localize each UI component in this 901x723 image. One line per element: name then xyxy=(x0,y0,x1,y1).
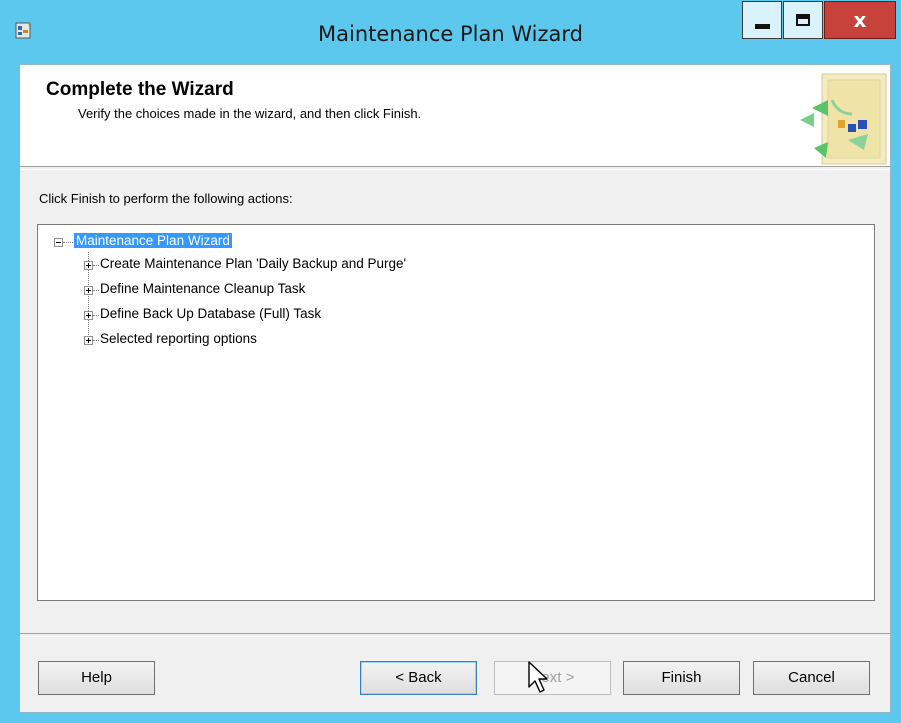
wizard-client-area: Complete the Wizard Verify the choices m… xyxy=(19,64,891,713)
expand-icon[interactable] xyxy=(84,336,93,345)
minimize-button[interactable] xyxy=(742,1,782,39)
page-subtitle: Verify the choices made in the wizard, a… xyxy=(78,106,422,121)
next-button[interactable]: Next > xyxy=(494,661,611,695)
instruction-text: Click Finish to perform the following ac… xyxy=(39,191,293,206)
wizard-window: Maintenance Plan Wizard x Complete the W… xyxy=(0,0,901,723)
tree-connector xyxy=(63,242,73,244)
tree-connector xyxy=(93,265,99,267)
expand-icon[interactable] xyxy=(84,311,93,320)
header-divider xyxy=(20,166,890,170)
wizard-header-graphic xyxy=(800,73,887,165)
collapse-icon[interactable] xyxy=(54,238,63,247)
close-button[interactable]: x xyxy=(824,1,896,39)
cancel-button[interactable]: Cancel xyxy=(753,661,870,695)
maximize-icon xyxy=(796,14,810,26)
tree-item-label[interactable]: Define Maintenance Cleanup Task xyxy=(100,281,305,296)
maximize-button[interactable] xyxy=(783,1,823,39)
back-button[interactable]: < Back xyxy=(360,661,477,695)
minimize-icon xyxy=(755,24,770,29)
title-bar[interactable]: Maintenance Plan Wizard x xyxy=(0,0,901,56)
actions-tree-view[interactable]: Maintenance Plan Wizard Create Maintenan… xyxy=(37,224,875,601)
tree-item-label[interactable]: Create Maintenance Plan 'Daily Backup an… xyxy=(100,256,406,271)
tree-connector xyxy=(93,290,99,292)
wizard-header: Complete the Wizard Verify the choices m… xyxy=(20,65,890,166)
tree-item-label[interactable]: Selected reporting options xyxy=(100,331,257,346)
tree-item-label[interactable]: Define Back Up Database (Full) Task xyxy=(100,306,321,321)
finish-button[interactable]: Finish xyxy=(623,661,740,695)
footer-divider xyxy=(20,633,890,637)
tree-connector xyxy=(93,315,99,317)
close-icon: x xyxy=(853,8,867,32)
expand-icon[interactable] xyxy=(84,261,93,270)
expand-icon[interactable] xyxy=(84,286,93,295)
mouse-pointer-icon xyxy=(528,661,548,693)
help-button[interactable]: Help xyxy=(38,661,155,695)
page-title: Complete the Wizard xyxy=(46,79,234,100)
tree-root-label[interactable]: Maintenance Plan Wizard xyxy=(74,233,232,248)
tree-connector xyxy=(93,340,99,342)
